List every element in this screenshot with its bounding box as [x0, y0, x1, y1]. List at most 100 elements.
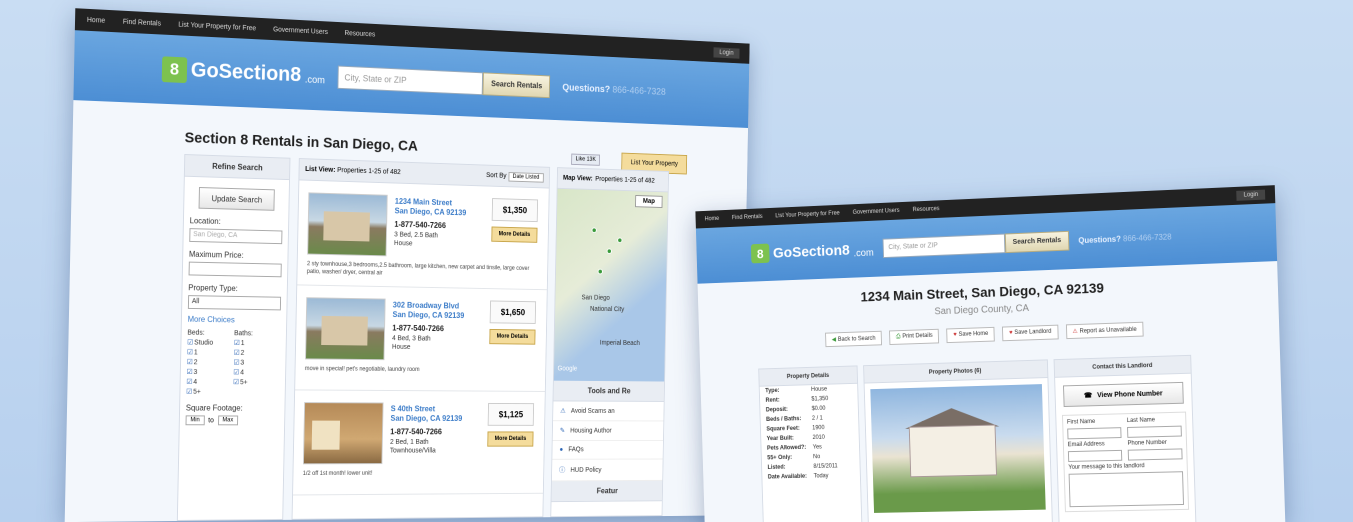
- listing-photo[interactable]: [305, 297, 386, 361]
- first-name-label: First Name: [1066, 418, 1096, 426]
- logo-name: GoSection8: [772, 241, 850, 262]
- questions-number: 866-466-7328: [612, 84, 666, 98]
- location-input[interactable]: San Diego, CA: [189, 228, 283, 245]
- listing-address[interactable]: 1234 Main Street San Diego, CA 92139: [395, 197, 485, 219]
- back-to-search-button[interactable]: ◀ Back to Search: [825, 330, 883, 348]
- more-details-button[interactable]: More Details: [487, 431, 534, 447]
- nav-government-users[interactable]: Government Users: [853, 208, 900, 216]
- email-input[interactable]: [1067, 449, 1123, 462]
- message-label: Your message to this landlord: [1068, 463, 1145, 471]
- nav-government-users[interactable]: Government Users: [273, 26, 328, 36]
- nav-list-property[interactable]: List Your Property for Free: [775, 211, 840, 220]
- search-results-screenshot: Home Find Rentals List Your Property for…: [64, 8, 750, 522]
- contact-landlord-panel: Contact this Landlord ☎ View Phone Numbe…: [1053, 354, 1197, 522]
- site-logo[interactable]: 8 GoSection8 .com: [750, 239, 874, 264]
- printer-icon: ⎙: [895, 333, 901, 340]
- sort-select[interactable]: Date Listed: [508, 172, 544, 183]
- map-pin[interactable]: [591, 227, 597, 234]
- listing-beds: 3 Bed, 2.5 Bath House: [393, 231, 438, 248]
- map-pin[interactable]: [597, 268, 603, 275]
- beds-3-checkbox[interactable]: 3: [187, 368, 234, 376]
- beds-5plus-checkbox[interactable]: 5+: [186, 388, 233, 396]
- listing-photo[interactable]: [307, 192, 388, 257]
- save-landlord-button[interactable]: ♥ Save Landlord: [1002, 324, 1059, 342]
- listing-beds: 2 Bed, 1 Bath Townhouse/Villa: [389, 439, 436, 455]
- beds-studio-checkbox[interactable]: Studio: [187, 338, 234, 347]
- max-price-input[interactable]: [188, 261, 282, 278]
- questions-phone: Questions? 866-466-7328: [562, 82, 666, 97]
- max-price-label: Maximum Price:: [188, 249, 244, 260]
- tool-item[interactable]: ✎ Housing Author: [552, 421, 664, 441]
- nav-home[interactable]: Home: [87, 16, 105, 24]
- report-unavailable-button[interactable]: ⚠ Report as Unavailable: [1065, 321, 1144, 340]
- location-label: Location:: [189, 216, 221, 226]
- listing-address[interactable]: S 40th Street San Diego, CA 92139: [390, 404, 481, 423]
- login-button[interactable]: Login: [1236, 189, 1266, 201]
- map-pin[interactable]: [617, 237, 623, 244]
- update-search-button[interactable]: Update Search: [198, 187, 275, 211]
- more-details-button[interactable]: More Details: [489, 328, 536, 345]
- listing-phone: 1-877-540-7266: [394, 220, 447, 231]
- more-details-button[interactable]: More Details: [491, 226, 538, 243]
- baths-1-checkbox[interactable]: 1: [234, 339, 280, 347]
- save-home-button[interactable]: ♥ Save Home: [946, 326, 996, 344]
- questions-number: 866-466-7328: [1122, 231, 1172, 243]
- tool-item[interactable]: ⓘ HUD Policy: [551, 459, 663, 482]
- listing-item[interactable]: S 40th Street San Diego, CA 92139 1-877-5…: [293, 390, 545, 496]
- house-logo-icon: 8: [750, 243, 770, 264]
- map-panel: Map View: Properties 1-25 of 482 Map San…: [550, 167, 670, 518]
- tool-item[interactable]: ⚠ Avoid Scams an: [553, 401, 664, 422]
- beds-2-checkbox[interactable]: 2: [187, 358, 234, 366]
- search-bar: City, State or ZIP Search Rentals: [882, 230, 1070, 259]
- property-photo[interactable]: [870, 384, 1046, 513]
- phone-label: Phone Number: [1127, 439, 1167, 447]
- facebook-like-button[interactable]: Like 13K: [571, 153, 601, 166]
- map-pin[interactable]: [606, 248, 612, 255]
- search-input[interactable]: City, State or ZIP: [882, 233, 1006, 259]
- login-button[interactable]: Login: [713, 46, 740, 59]
- sqft-min-select[interactable]: Min: [185, 415, 205, 426]
- search-rentals-button[interactable]: Search Rentals: [1004, 230, 1070, 254]
- logo-tld: .com: [304, 74, 326, 86]
- more-choices-link[interactable]: More Choices: [188, 315, 281, 325]
- listing-item[interactable]: 1234 Main Street San Diego, CA 92139 1-87…: [297, 180, 549, 291]
- search-input[interactable]: City, State or ZIP: [337, 65, 484, 96]
- detail-row: Date Available: Today: [767, 473, 829, 481]
- property-type-select[interactable]: All: [187, 295, 282, 311]
- email-label: Email Address: [1067, 441, 1105, 449]
- print-details-button[interactable]: ⎙ Print Details: [889, 328, 940, 346]
- listing-photo[interactable]: [302, 402, 384, 465]
- site-logo[interactable]: 8 GoSection8 .com: [161, 56, 326, 89]
- sqft-max-select[interactable]: Max: [217, 415, 239, 426]
- listing-address[interactable]: 302 Broadway Blvd San Diego, CA 92139: [393, 301, 483, 322]
- map[interactable]: Map San Diego National City Imperial Bea…: [553, 188, 668, 382]
- listing-item[interactable]: 302 Broadway Blvd San Diego, CA 92139 1-8…: [295, 285, 547, 392]
- baths-2-checkbox[interactable]: 2: [234, 349, 280, 357]
- tool-item[interactable]: ● FAQs: [552, 440, 664, 460]
- heart-icon: ♥: [953, 332, 957, 339]
- beds-1-checkbox[interactable]: 1: [187, 348, 234, 356]
- nav-find-rentals[interactable]: Find Rentals: [732, 214, 763, 221]
- nav-find-rentals[interactable]: Find Rentals: [123, 18, 161, 27]
- baths-3-checkbox[interactable]: 3: [233, 359, 279, 367]
- last-name-input[interactable]: [1127, 425, 1182, 438]
- nav-list-property[interactable]: List Your Property for Free: [178, 21, 256, 32]
- first-name-input[interactable]: [1067, 427, 1122, 440]
- nav-home[interactable]: Home: [705, 216, 720, 222]
- listing-phone: 1-877-540-7266: [392, 323, 444, 334]
- view-phone-button[interactable]: ☎ View Phone Number: [1063, 381, 1184, 408]
- message-textarea[interactable]: [1068, 471, 1185, 508]
- map-type-select[interactable]: Map: [635, 195, 663, 208]
- phone-input[interactable]: [1127, 448, 1183, 461]
- baths-4-checkbox[interactable]: 4: [233, 368, 279, 376]
- questions-phone: Questions? 866-466-7328: [1078, 232, 1171, 245]
- search-rentals-button[interactable]: Search Rentals: [482, 72, 551, 99]
- beds-4-checkbox[interactable]: 4: [186, 378, 233, 386]
- property-photos-panel: Property Photos (6): [863, 359, 1054, 522]
- nav-resources[interactable]: Resources: [913, 206, 940, 213]
- nav-resources[interactable]: Resources: [344, 30, 375, 38]
- map-city-label: San Diego: [581, 294, 610, 302]
- listing-price: $1,350: [491, 198, 539, 223]
- baths-5plus-checkbox[interactable]: 5+: [233, 378, 279, 386]
- house-logo-icon: 8: [161, 56, 188, 84]
